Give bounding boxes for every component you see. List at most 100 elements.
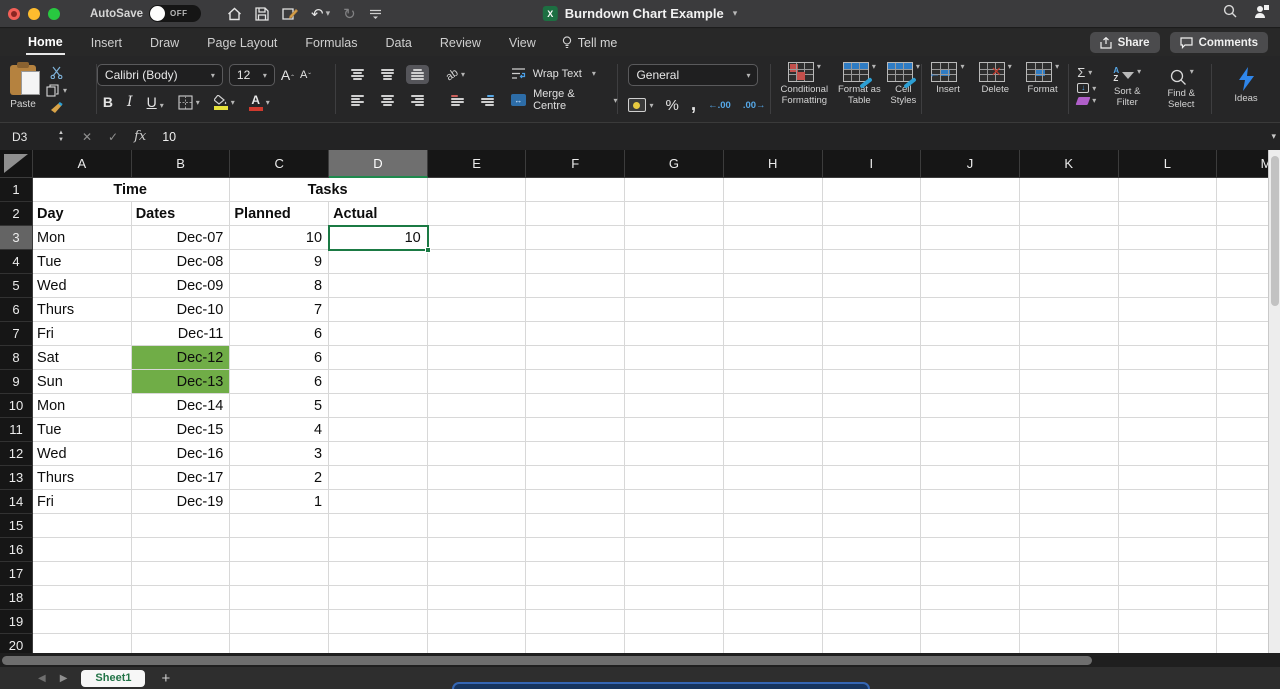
cell-A11[interactable]: Tue [33, 418, 132, 442]
tab-insert[interactable]: Insert [89, 32, 124, 54]
cell-F13[interactable] [526, 466, 625, 490]
tab-view[interactable]: View [507, 32, 538, 54]
cell-K2[interactable] [1020, 202, 1119, 226]
tab-data[interactable]: Data [383, 32, 413, 54]
cell-G10[interactable] [625, 394, 724, 418]
cell-F6[interactable] [526, 298, 625, 322]
cell-J18[interactable] [921, 586, 1020, 610]
cell-B8[interactable]: Dec-12 [132, 346, 231, 370]
cell-H12[interactable] [724, 442, 823, 466]
cell-B9[interactable]: Dec-13 [132, 370, 231, 394]
cell-A12[interactable]: Wed [33, 442, 132, 466]
cell-F4[interactable] [526, 250, 625, 274]
cell-H13[interactable] [724, 466, 823, 490]
cell-G8[interactable] [625, 346, 724, 370]
cell-H4[interactable] [724, 250, 823, 274]
tell-me-control[interactable]: Tell me [562, 36, 618, 50]
cell-B14[interactable]: Dec-19 [132, 490, 231, 514]
insert-cells-button[interactable]: ← ▾ Insert [924, 56, 971, 122]
cell-A1[interactable]: Time [33, 178, 230, 202]
cell-D10[interactable] [329, 394, 428, 418]
cell-J5[interactable] [921, 274, 1020, 298]
cell-K17[interactable] [1020, 562, 1119, 586]
cell-G5[interactable] [625, 274, 724, 298]
accounting-format-button[interactable]: ▾ [628, 98, 653, 112]
cell-K6[interactable] [1020, 298, 1119, 322]
cell-L9[interactable] [1119, 370, 1218, 394]
merge-centre-button[interactable]: ↔ Merge & Centre ▾ [511, 88, 618, 112]
cell-L16[interactable] [1119, 538, 1218, 562]
decrease-font-size-button[interactable]: Aˇ [300, 69, 311, 81]
cell-H3[interactable] [724, 226, 823, 250]
cell-I4[interactable] [823, 250, 922, 274]
row-header-12[interactable]: 12 [0, 442, 33, 466]
cell-F16[interactable] [526, 538, 625, 562]
cell-C19[interactable] [230, 610, 329, 634]
cell-J14[interactable] [921, 490, 1020, 514]
borders-button[interactable]: ▾ [178, 95, 200, 110]
cell-A17[interactable] [33, 562, 132, 586]
align-center-button[interactable] [376, 91, 399, 110]
cell-I14[interactable] [823, 490, 922, 514]
decrease-indent-button[interactable] [446, 91, 469, 110]
cell-G12[interactable] [625, 442, 724, 466]
cell-A15[interactable] [33, 514, 132, 538]
cell-A19[interactable] [33, 610, 132, 634]
formula-bar-expand-icon[interactable]: ▾ [1271, 131, 1276, 142]
cell-E6[interactable] [428, 298, 527, 322]
toolbar-overflow-icon[interactable] [369, 8, 382, 20]
cell-L5[interactable] [1119, 274, 1218, 298]
cell-G14[interactable] [625, 490, 724, 514]
column-header-D[interactable]: D [329, 150, 428, 178]
cell-F5[interactable] [526, 274, 625, 298]
cell-B16[interactable] [132, 538, 231, 562]
cell-I16[interactable] [823, 538, 922, 562]
cell-G18[interactable] [625, 586, 724, 610]
cell-E1[interactable] [428, 178, 527, 202]
minimize-window-button[interactable] [28, 8, 40, 20]
cell-J20[interactable] [921, 634, 1020, 653]
cell-D11[interactable] [329, 418, 428, 442]
cell-K1[interactable] [1020, 178, 1119, 202]
column-header-K[interactable]: K [1020, 150, 1119, 178]
cell-I19[interactable] [823, 610, 922, 634]
confirm-entry-icon[interactable]: ✓ [108, 130, 118, 144]
cell-D12[interactable] [329, 442, 428, 466]
cell-I11[interactable] [823, 418, 922, 442]
cell-A8[interactable]: Sat [33, 346, 132, 370]
cell-F19[interactable] [526, 610, 625, 634]
cell-D19[interactable] [329, 610, 428, 634]
cell-E20[interactable] [428, 634, 527, 653]
row-header-9[interactable]: 9 [0, 370, 33, 394]
cell-styles-button[interactable]: ▾ Cell Styles [883, 56, 923, 122]
cell-H20[interactable] [724, 634, 823, 653]
cell-E18[interactable] [428, 586, 527, 610]
column-header-F[interactable]: F [526, 150, 625, 178]
sort-filter-button[interactable]: AZ ▾ Sort & Filter [1104, 61, 1150, 122]
tab-draw[interactable]: Draw [148, 32, 181, 54]
cell-L19[interactable] [1119, 610, 1218, 634]
cell-G4[interactable] [625, 250, 724, 274]
cell-H15[interactable] [724, 514, 823, 538]
cell-C10[interactable]: 5 [230, 394, 329, 418]
cell-D6[interactable] [329, 298, 428, 322]
cell-L8[interactable] [1119, 346, 1218, 370]
cell-F2[interactable] [526, 202, 625, 226]
cell-B7[interactable]: Dec-11 [132, 322, 231, 346]
cell-E19[interactable] [428, 610, 527, 634]
cell-I7[interactable] [823, 322, 922, 346]
cell-C16[interactable] [230, 538, 329, 562]
cell-L10[interactable] [1119, 394, 1218, 418]
row-header-8[interactable]: 8 [0, 346, 33, 370]
cell-D7[interactable] [329, 322, 428, 346]
cell-K11[interactable] [1020, 418, 1119, 442]
cell-K16[interactable] [1020, 538, 1119, 562]
cell-D14[interactable] [329, 490, 428, 514]
cell-C11[interactable]: 4 [230, 418, 329, 442]
cell-J16[interactable] [921, 538, 1020, 562]
cell-B17[interactable] [132, 562, 231, 586]
home-icon[interactable] [227, 7, 242, 21]
cell-G16[interactable] [625, 538, 724, 562]
cell-K18[interactable] [1020, 586, 1119, 610]
row-header-4[interactable]: 4 [0, 250, 33, 274]
